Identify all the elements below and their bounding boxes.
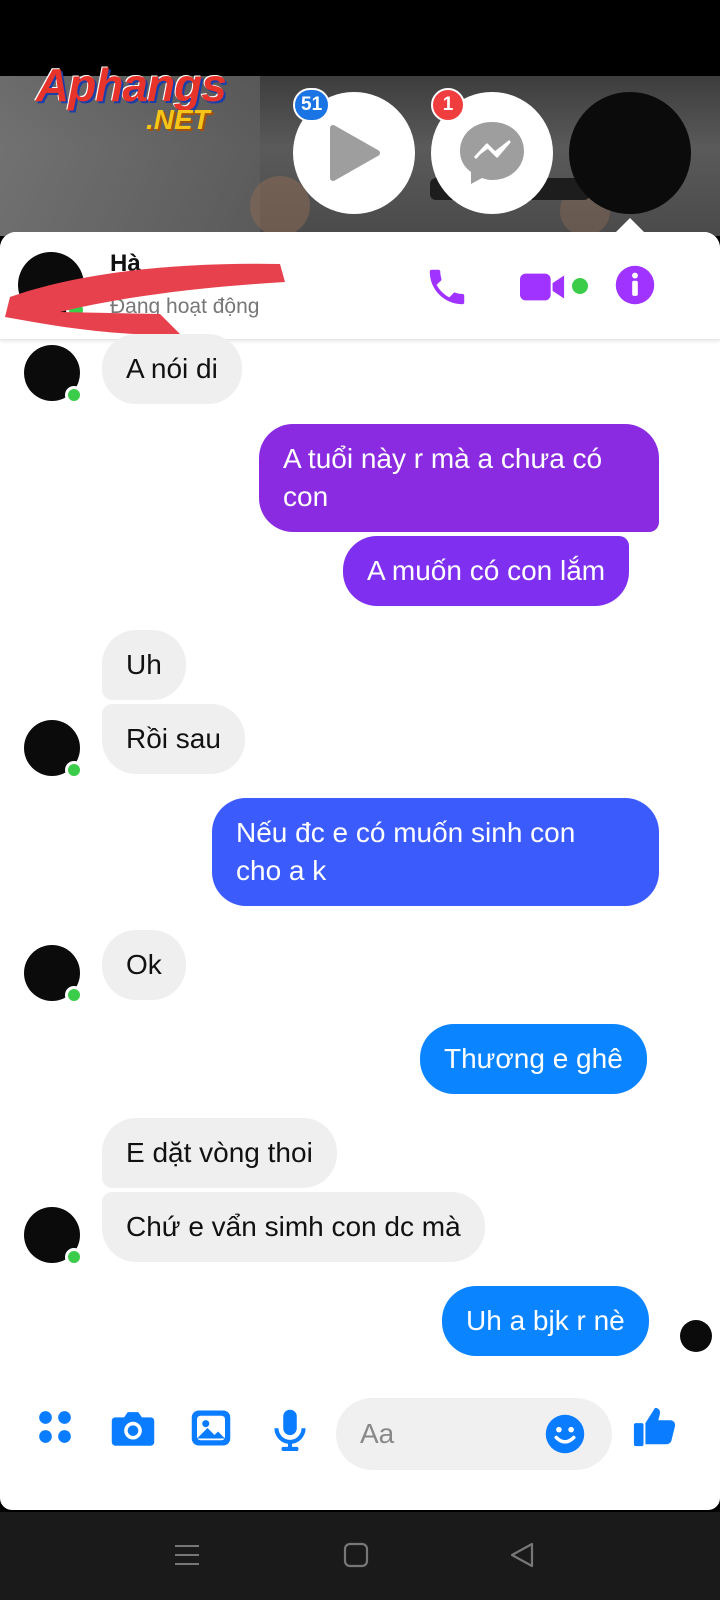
system-nav-bar	[0, 1512, 720, 1600]
message-sent[interactable]: A tuổi này r mà a chưa có con	[259, 424, 659, 532]
message-received[interactable]: Chứ e vẩn simh con dc mà	[102, 1192, 485, 1262]
like-icon[interactable]	[632, 1404, 678, 1450]
menu-icon[interactable]	[174, 1540, 200, 1570]
online-dot	[65, 386, 83, 404]
info-icon[interactable]	[614, 264, 656, 306]
seen-avatar	[680, 1320, 712, 1352]
message-sent[interactable]: Uh a bjk r nè	[442, 1286, 649, 1356]
microphone-icon[interactable]	[272, 1408, 308, 1452]
message-sent[interactable]: Thương e ghê	[420, 1024, 647, 1094]
online-dot	[65, 761, 83, 779]
chat-panel: Hà Đang hoạt động A nói di A tuổi này r …	[0, 232, 720, 1510]
chat-header: Hà Đang hoạt động	[0, 232, 720, 340]
emoji-icon[interactable]	[544, 1413, 586, 1455]
messenger-count-badge: 1	[431, 88, 465, 122]
back-icon[interactable]	[508, 1540, 538, 1570]
message-input-placeholder: Aa	[360, 1418, 395, 1449]
message-received[interactable]: A nói di	[102, 334, 242, 404]
sender-avatar[interactable]	[24, 945, 83, 1004]
online-dot	[65, 1248, 83, 1266]
camera-icon[interactable]	[110, 1408, 156, 1448]
composer-bar: Aa	[0, 1390, 720, 1480]
video-available-dot	[572, 278, 588, 294]
redaction-scribble	[5, 263, 285, 335]
message-sent[interactable]: Nếu đc e có muốn sinh con cho a k	[212, 798, 659, 906]
message-received[interactable]: E dặt vòng thoi	[102, 1118, 337, 1188]
phone-icon[interactable]	[424, 264, 470, 310]
sender-avatar[interactable]	[24, 720, 83, 779]
message-input[interactable]: Aa	[336, 1398, 612, 1470]
gallery-icon[interactable]	[190, 1408, 232, 1448]
sender-avatar[interactable]	[24, 1207, 83, 1266]
video-call-icon[interactable]	[518, 264, 568, 310]
message-sent[interactable]: A muốn có con lắm	[343, 536, 630, 606]
home-icon[interactable]	[341, 1540, 371, 1570]
message-received[interactable]: Uh	[102, 630, 186, 700]
sender-avatar[interactable]	[24, 345, 83, 404]
online-dot	[65, 986, 83, 1004]
message-received[interactable]: Rồi sau	[102, 704, 245, 774]
message-received[interactable]: Ok	[102, 930, 186, 1000]
contact-chat-head[interactable]	[569, 92, 691, 214]
active-head-pointer	[616, 218, 644, 232]
watermark-logo: Aphangs .NET	[36, 59, 227, 135]
video-count-badge: 51	[293, 88, 331, 122]
apps-icon[interactable]	[36, 1408, 74, 1446]
